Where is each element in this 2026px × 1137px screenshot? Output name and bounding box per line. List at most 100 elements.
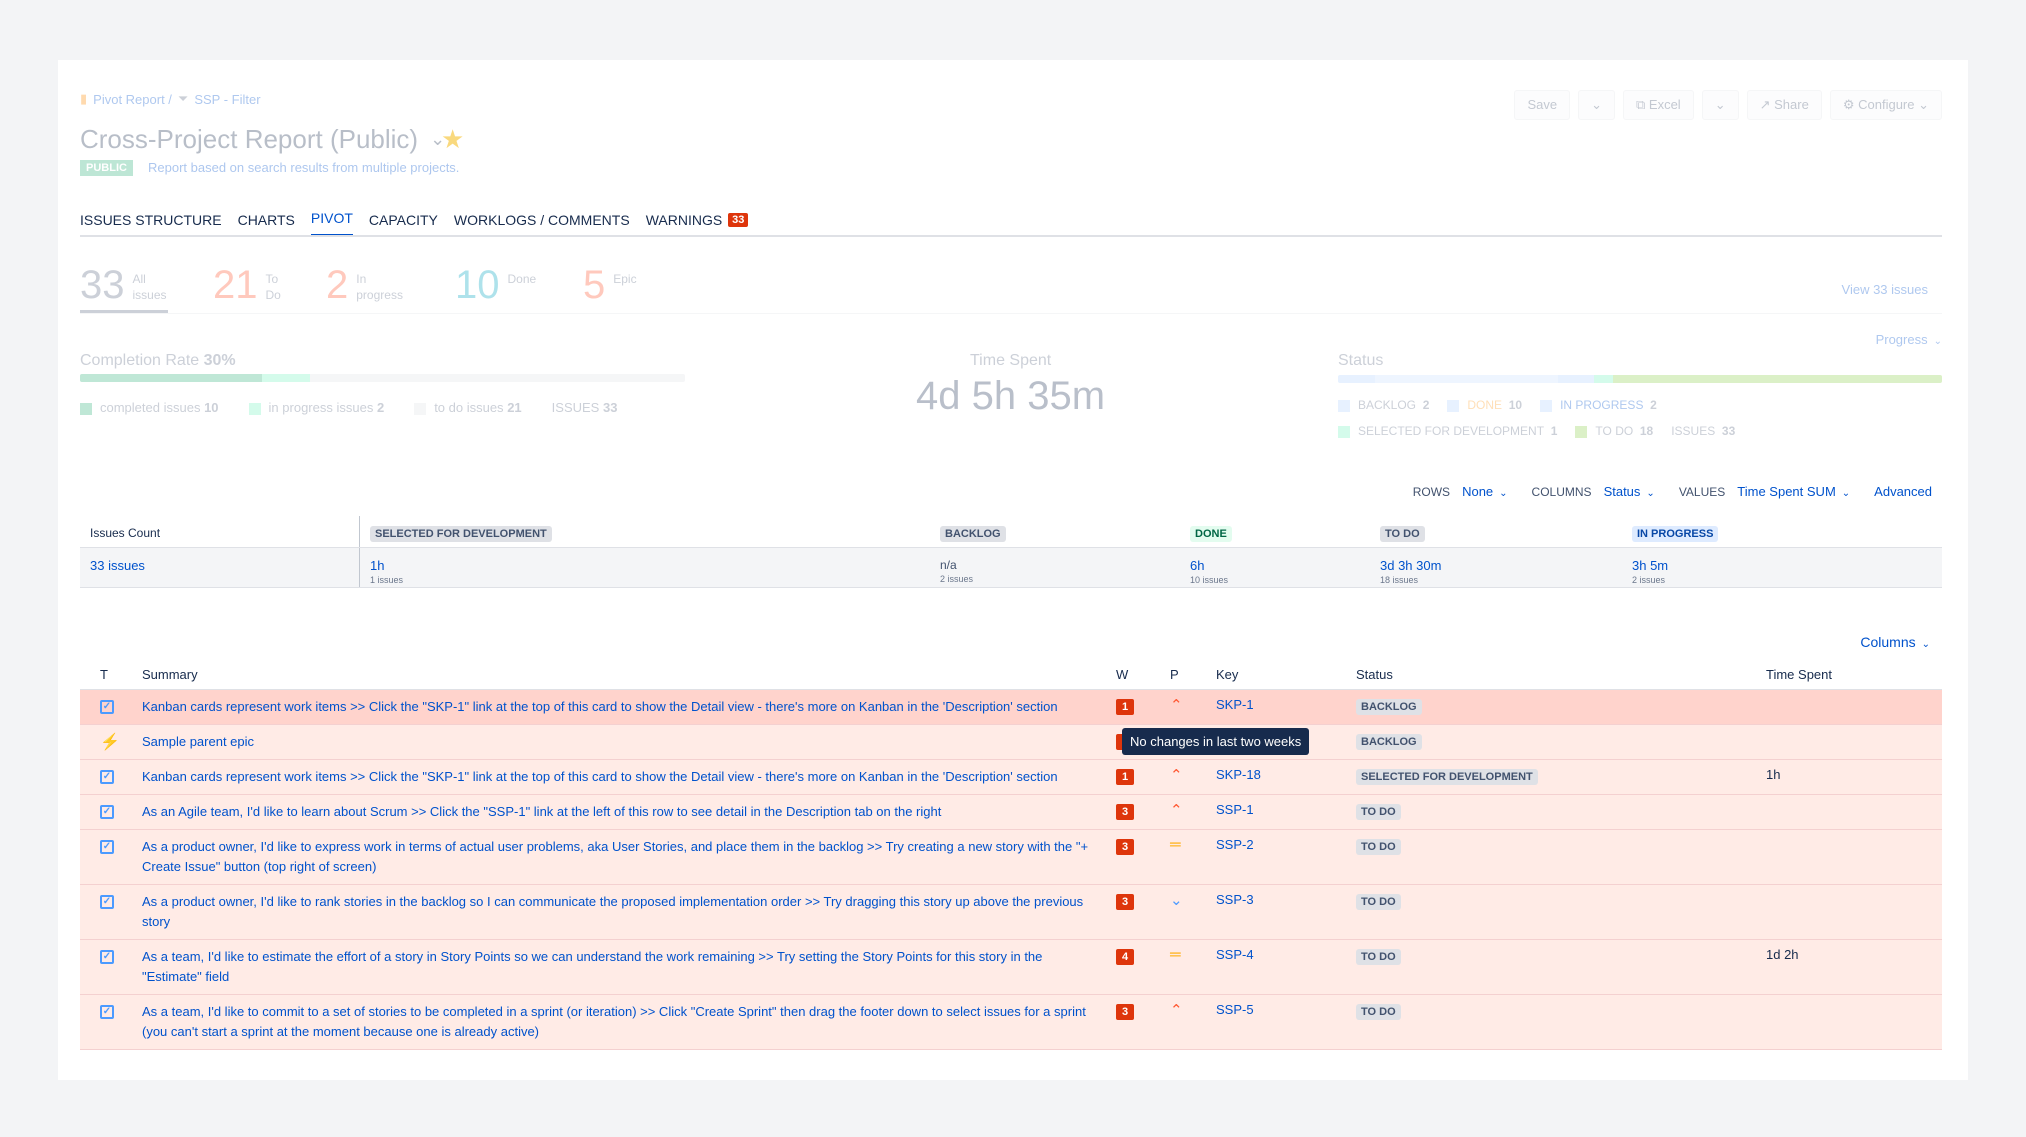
cell-key[interactable]: SSP-2 (1206, 830, 1346, 884)
table-row[interactable]: ✓ As a team, I'd like to commit to a set … (80, 995, 1942, 1050)
rows-control[interactable]: ROWS None ⌄ (1413, 484, 1508, 499)
legend-swatch (1447, 399, 1460, 412)
save-dropdown[interactable]: ⌄ (1578, 90, 1615, 120)
story-icon: ✓ (100, 700, 114, 714)
header-type[interactable]: T (80, 667, 132, 682)
legend-value: 33 (602, 400, 618, 415)
cell-type: ✓ (80, 940, 132, 994)
warning-count-badge[interactable]: 3 (1116, 894, 1135, 910)
tab-worklogs-comments[interactable]: WORKLOGS / COMMENTS (454, 210, 630, 237)
cell-summary[interactable]: Kanban cards represent work items >> Cli… (132, 690, 1110, 724)
pivot-cell[interactable]: 1h 1 issues (360, 548, 930, 587)
breadcrumb-pivot-report[interactable]: Pivot Report / (93, 92, 172, 107)
table-row[interactable]: ✓ As a product owner, I'd like to rank st… (80, 885, 1942, 940)
tab-capacity[interactable]: CAPACITY (369, 210, 438, 237)
legend-swatch (1540, 399, 1553, 412)
breadcrumb-filter[interactable]: SSP - Filter (194, 92, 260, 107)
warnings-count-badge: 33 (728, 212, 749, 227)
cell-key[interactable]: SSP-1 (1206, 795, 1346, 829)
cell-summary[interactable]: As a product owner, I'd like to rank sto… (132, 885, 1110, 939)
cell-warnings[interactable]: 3 (1110, 995, 1166, 1049)
progress-dropdown-label: Progress (1875, 332, 1928, 347)
stat-all-issues[interactable]: 33 All issues (80, 265, 167, 305)
pivot-cell[interactable]: n/a 2 issues (930, 548, 1180, 587)
completion-bar (80, 374, 685, 382)
table-row[interactable]: ✓ As a team, I'd like to estimate the eff… (80, 940, 1942, 995)
pivot-cell[interactable]: 3h 5m 2 issues (1622, 548, 1942, 587)
save-button[interactable]: Save (1514, 90, 1571, 120)
stat-in-progress[interactable]: 2 In progress (326, 265, 403, 305)
cell-key[interactable]: SSP-3 (1206, 885, 1346, 939)
story-icon: ✓ (100, 805, 114, 819)
cell-key[interactable]: SKP-18 (1206, 760, 1346, 794)
table-row[interactable]: ✓ As a product owner, I'd like to express… (80, 830, 1942, 885)
warning-count-badge[interactable]: 4 (1116, 949, 1135, 965)
columns-dropdown[interactable]: Columns ⌄ (1860, 634, 1930, 650)
columns-control[interactable]: COLUMNS Status ⌄ (1532, 484, 1655, 499)
cell-warnings[interactable]: 4 (1110, 940, 1166, 994)
cell-summary[interactable]: Kanban cards represent work items >> Cli… (132, 760, 1110, 794)
legend-to-do: TO DO 18 (1575, 424, 1653, 438)
story-icon: ✓ (100, 770, 114, 784)
header-priority[interactable]: P (1166, 667, 1206, 682)
cell-key[interactable]: SSP-5 (1206, 995, 1346, 1049)
story-icon: ✓ (100, 840, 114, 854)
warning-count-badge[interactable]: 3 (1116, 1004, 1135, 1020)
advanced-link[interactable]: Advanced (1874, 484, 1932, 499)
pivot-cell[interactable]: 6h 10 issues (1180, 548, 1370, 587)
pivot-cell-value: 1h (370, 558, 385, 573)
header-time-spent[interactable]: Time Spent (1756, 667, 1832, 682)
pivot-cell-sub: 10 issues (1190, 575, 1229, 585)
table-row[interactable]: ✓ Kanban cards represent work items >> Cl… (80, 760, 1942, 795)
warning-count-badge[interactable]: 1 (1116, 699, 1135, 715)
warning-count-badge[interactable]: 3 (1116, 804, 1135, 820)
cell-summary[interactable]: Sample parent epic (132, 725, 1110, 759)
header-key[interactable]: Key (1206, 667, 1346, 682)
header-summary[interactable]: Summary (132, 665, 1110, 685)
cell-summary[interactable]: As a product owner, I'd like to express … (132, 830, 1110, 884)
cell-status: TO DO (1346, 995, 1756, 1049)
values-control[interactable]: VALUES Time Spent SUM ⌄ (1679, 484, 1850, 499)
star-icon[interactable]: ★ (441, 124, 464, 155)
tab-issues-structure[interactable]: ISSUES STRUCTURE (80, 210, 222, 237)
stat-to-do[interactable]: 21 To Do (213, 265, 281, 305)
cell-summary[interactable]: As an Agile team, I'd like to learn abou… (132, 795, 1110, 829)
tab-charts[interactable]: CHARTS (238, 210, 295, 237)
warning-count-badge[interactable]: 1 (1116, 769, 1135, 785)
header-status[interactable]: Status (1346, 667, 1756, 682)
tab-warnings[interactable]: WARNINGS 33 (646, 210, 749, 237)
pivot-row-label[interactable]: 33 issues (80, 548, 360, 587)
excel-button[interactable]: ⧉ Excel (1623, 90, 1694, 120)
excel-dropdown[interactable]: ⌄ (1701, 90, 1739, 120)
stat-label-line2: issues (132, 288, 167, 302)
page-title[interactable]: Cross-Project Report (Public) ⌄ (80, 124, 445, 155)
configure-button[interactable]: ⚙ Configure ⌄ (1829, 90, 1942, 120)
cell-warnings[interactable]: 1 (1110, 760, 1166, 794)
header-warnings[interactable]: W (1110, 667, 1166, 682)
cell-key[interactable]: SKP-1 (1206, 690, 1346, 724)
warning-count-badge[interactable]: 3 (1116, 839, 1135, 855)
cell-key[interactable]: SSP-4 (1206, 940, 1346, 994)
cell-summary[interactable]: As a team, I'd like to estimate the effo… (132, 940, 1110, 994)
view-issues-link[interactable]: View 33 issues (1842, 282, 1928, 297)
cell-summary[interactable]: As a team, I'd like to commit to a set o… (132, 995, 1110, 1049)
story-icon: ✓ (100, 950, 114, 964)
legend-in-progress: in progress issues 2 (248, 400, 384, 415)
table-row[interactable]: ⚡Sample parent epic1═SKP-17BACKLOG (80, 725, 1942, 760)
cell-warnings[interactable]: 3 (1110, 795, 1166, 829)
cell-warnings[interactable]: 3 (1110, 830, 1166, 884)
pivot-cell-sub: 18 issues (1380, 575, 1419, 585)
pivot-cell[interactable]: 3d 3h 30m 18 issues (1370, 548, 1622, 587)
stat-epic[interactable]: 5 Epic (583, 265, 637, 305)
progress-dropdown[interactable]: Progress ⌄ (1876, 332, 1942, 347)
legend-label: ISSUES (1671, 424, 1716, 438)
issues-table: T Summary W P Key Status Time Spent ✓ Kan… (80, 660, 1942, 1050)
table-row[interactable]: ✓ Kanban cards represent work items >> Cl… (80, 690, 1942, 725)
cell-warnings[interactable]: 3 (1110, 885, 1166, 939)
completion-bar-in-progress (261, 374, 310, 382)
stat-done[interactable]: 10 Done (455, 265, 536, 305)
share-button[interactable]: ↗ Share (1746, 90, 1822, 120)
cell-warnings[interactable]: 1 (1110, 690, 1166, 724)
table-row[interactable]: ✓ As an Agile team, I'd like to learn abo… (80, 795, 1942, 830)
tab-pivot[interactable]: PIVOT (310, 210, 353, 237)
